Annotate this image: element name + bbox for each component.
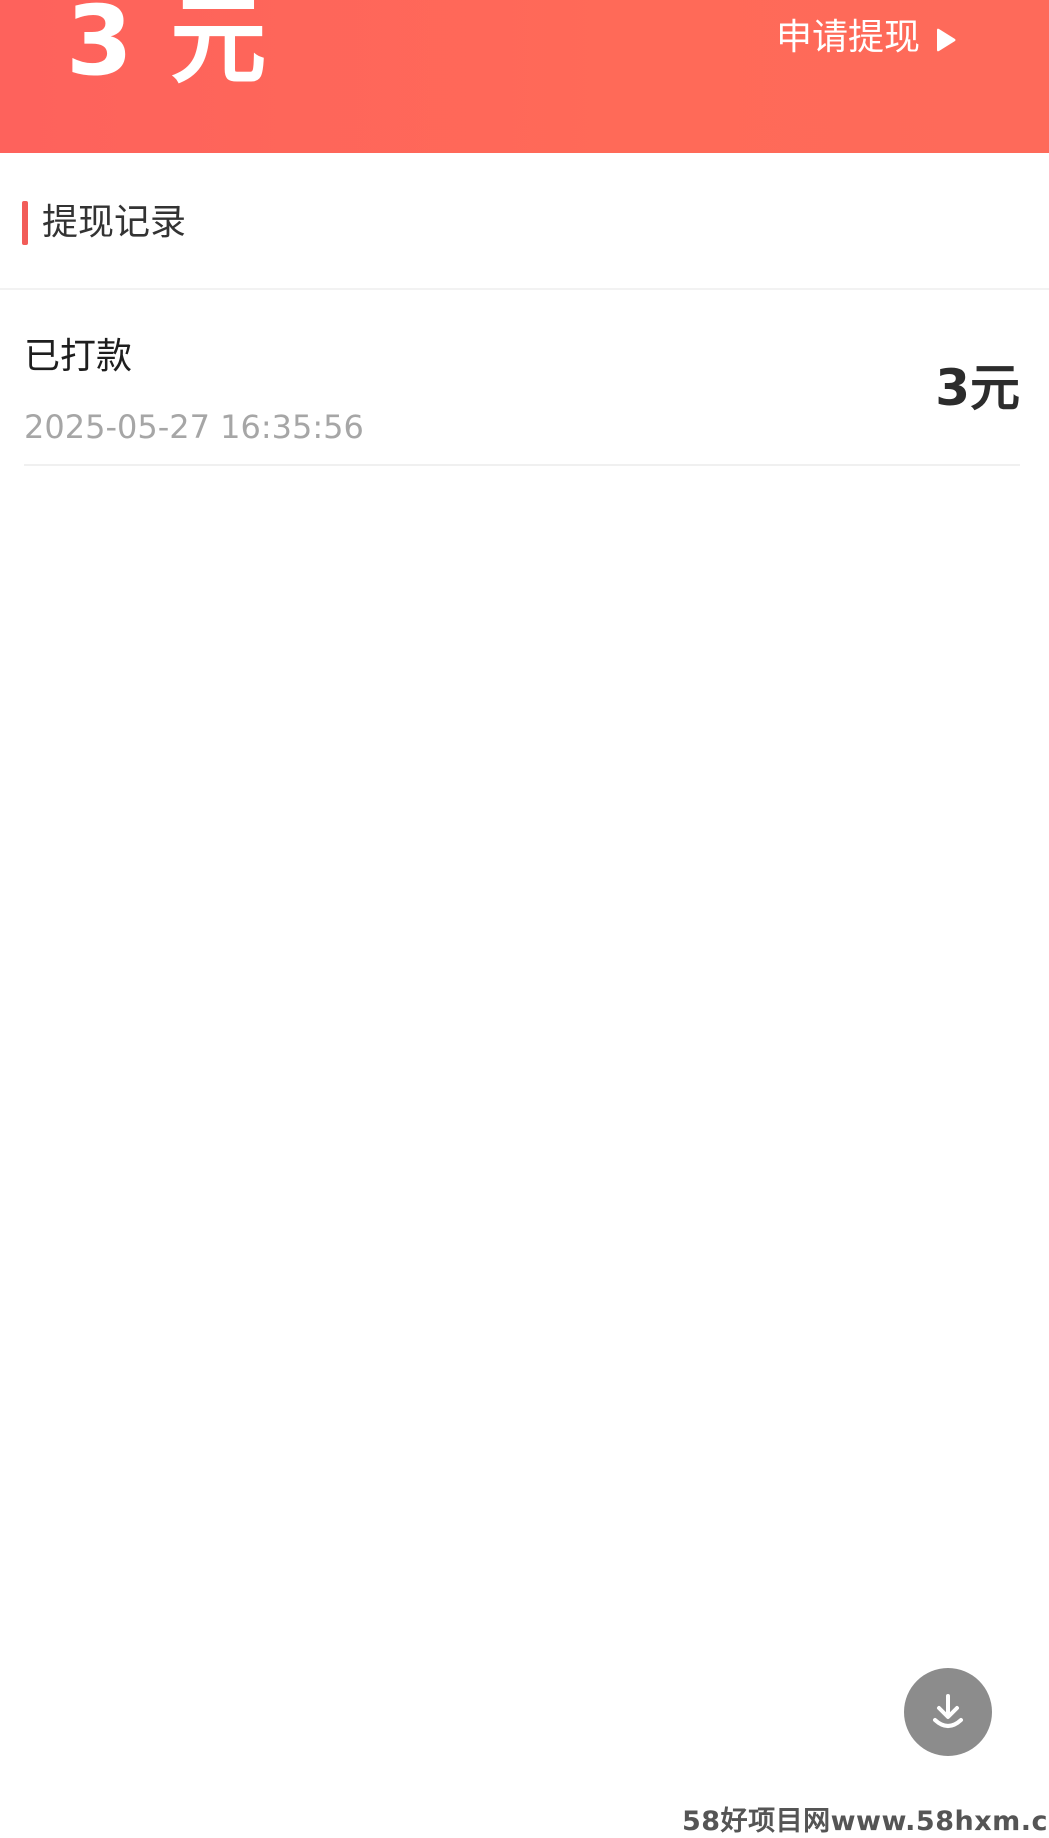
record-status: 已打款 [24,336,133,377]
record-amount: 3元 [935,359,1020,417]
record-row[interactable]: 已打款 2025-05-27 16:35:56 3元 [24,290,1020,466]
watermark-text: 58好项目网www.58hxm.com [682,1806,1049,1837]
section-title: 提现记录 [42,202,187,243]
download-button[interactable] [904,1668,992,1756]
apply-withdraw-button[interactable]: 申请提现 [776,8,958,60]
balance-amount: 3 元 [66,0,269,97]
record-time: 2025-05-27 16:35:56 [24,408,364,446]
download-icon [933,1694,963,1728]
play-arrow-icon [936,21,958,52]
withdraw-records-header: 提现记录 [0,153,1049,290]
balance-banner: 3 元 申请提现 [0,0,1049,153]
apply-withdraw-label: 申请提现 [776,17,921,58]
section-accent-bar [22,201,28,245]
